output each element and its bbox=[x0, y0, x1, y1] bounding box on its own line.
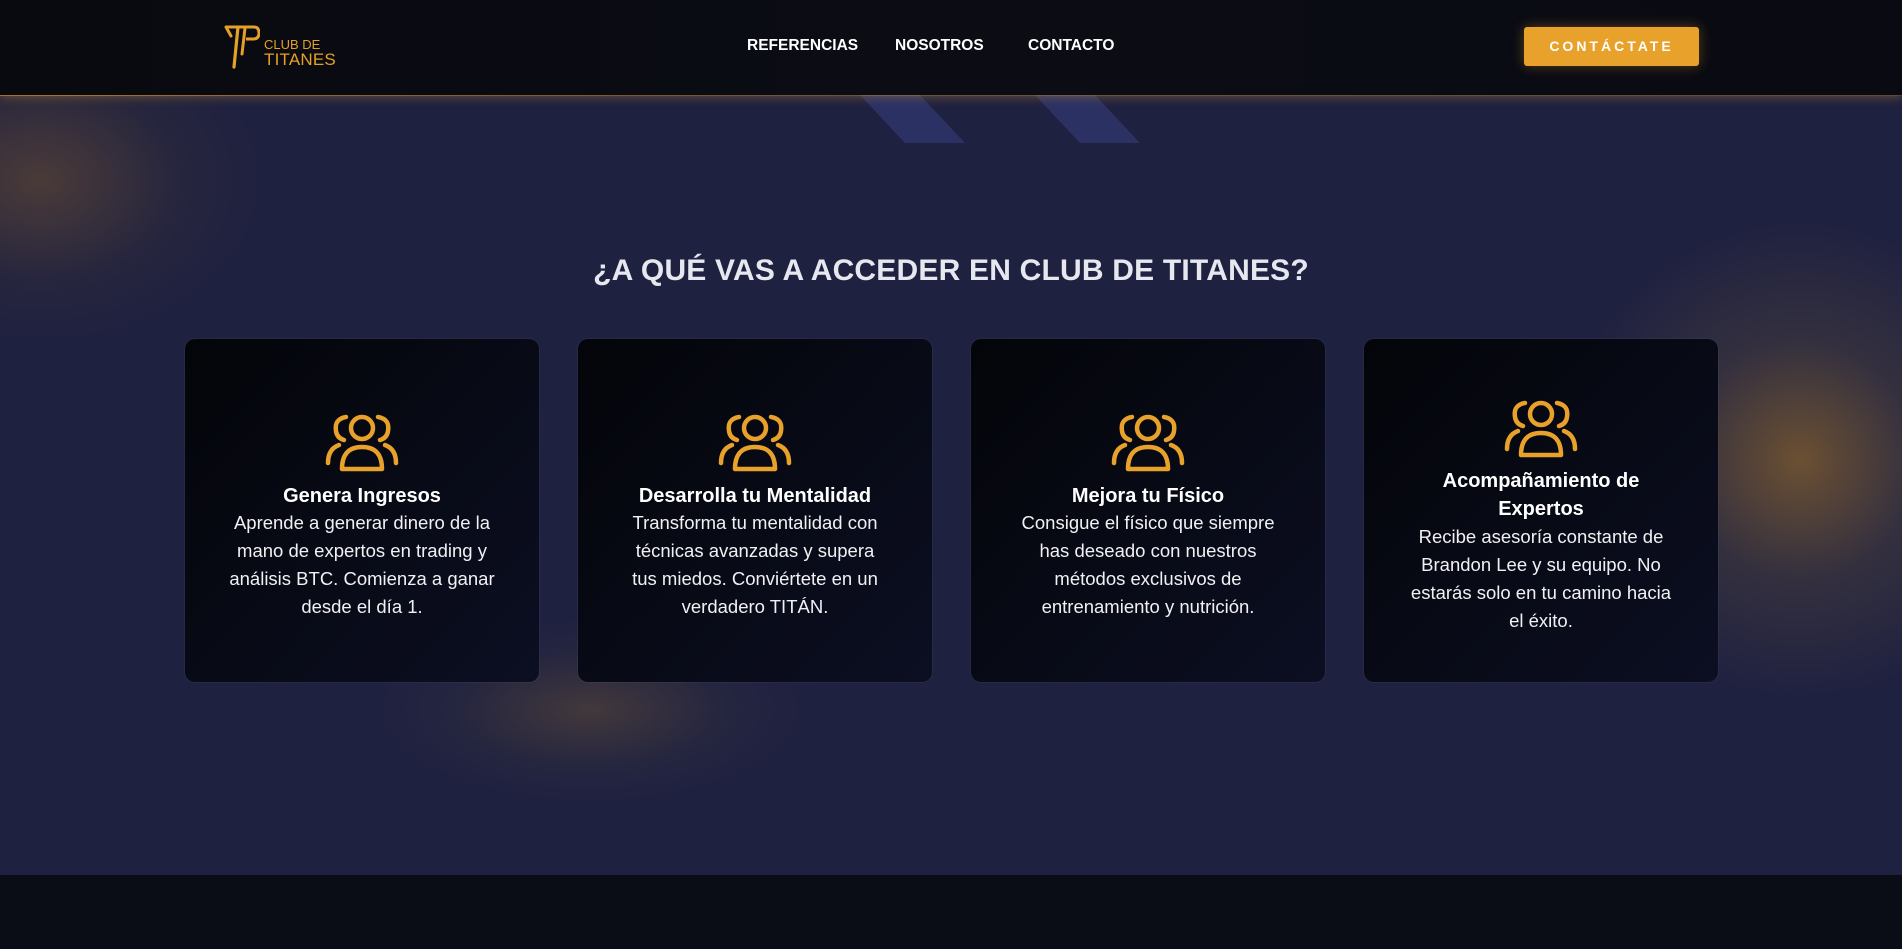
feature-card-desarrolla-mentalidad: Desarrolla tu Mentalidad Transforma tu m… bbox=[578, 339, 932, 682]
card-title-line: Expertos bbox=[1498, 498, 1584, 520]
card-title-line: Acompañamiento de bbox=[1442, 470, 1640, 492]
logo[interactable]: CLUB DE TITANES bbox=[224, 24, 344, 70]
footer-band bbox=[0, 875, 1902, 949]
page: CLUB DE TITANES REFERENCIAS NOSOTROS CON… bbox=[0, 0, 1902, 949]
card-description-line: métodos exclusivos de bbox=[1054, 568, 1242, 589]
card-description-line: Brandon Lee y su equipo. No bbox=[1421, 554, 1661, 575]
feature-card-acompanamiento: Acompañamiento de Expertos Recibe asesor… bbox=[1364, 339, 1718, 682]
contact-cta-button[interactable]: CONTÁCTATE bbox=[1524, 27, 1699, 66]
site-header: CLUB DE TITANES REFERENCIAS NOSOTROS CON… bbox=[0, 0, 1902, 96]
card-title: Acompañamiento de Expertos bbox=[1388, 467, 1694, 523]
card-description-line: mano de expertos en trading y bbox=[237, 540, 487, 561]
card-description: Aprende a generar dinero de la mano de e… bbox=[213, 509, 511, 621]
decorative-stripes bbox=[860, 95, 1140, 143]
card-description-line: el éxito. bbox=[1509, 610, 1573, 631]
card-description-line: estarás solo en tu camino hacia bbox=[1410, 582, 1672, 603]
card-description-line: has deseado con nuestros bbox=[1039, 540, 1257, 561]
nav-link-contacto[interactable]: CONTACTO bbox=[1028, 37, 1114, 55]
logo-mark-icon bbox=[224, 25, 260, 69]
card-title: Genera Ingresos bbox=[283, 485, 441, 507]
nav-link-referencias[interactable]: REFERENCIAS bbox=[747, 37, 858, 55]
card-description-line: Recibe asesoría constante de bbox=[1418, 526, 1664, 547]
users-group-icon bbox=[1111, 414, 1185, 472]
card-description-line: verdadero TITÁN. bbox=[681, 596, 829, 617]
card-description-line: técnicas avanzadas y supera bbox=[635, 540, 875, 561]
card-description-line: Transforma tu mentalidad con bbox=[632, 512, 878, 533]
card-title: Mejora tu Físico bbox=[1071, 485, 1225, 507]
users-group-icon bbox=[1504, 400, 1578, 458]
card-title: Desarrolla tu Mentalidad bbox=[638, 485, 872, 507]
nav-link-nosotros[interactable]: NOSOTROS bbox=[895, 37, 984, 55]
logo-text-titanes: TITANES bbox=[264, 50, 336, 69]
section-title: ¿A QUÉ VAS A ACCEDER EN CLUB DE TITANES? bbox=[593, 254, 1309, 287]
card-description-line: tus miedos. Conviértete en un bbox=[632, 568, 878, 589]
users-group-icon bbox=[718, 414, 792, 472]
card-description-line: Consigue el físico que siempre bbox=[1021, 512, 1275, 533]
card-description-line: desde el día 1. bbox=[301, 596, 423, 617]
card-description: Recibe asesoría constante de Brandon Lee… bbox=[1392, 523, 1690, 635]
card-description: Consigue el físico que siempre has desea… bbox=[999, 509, 1297, 621]
users-group-icon bbox=[325, 414, 399, 472]
card-description-line: Aprende a generar dinero de la bbox=[233, 512, 491, 533]
card-description: Transforma tu mentalidad con técnicas av… bbox=[606, 509, 904, 621]
card-description-line: entrenamiento y nutrición. bbox=[1041, 596, 1255, 617]
feature-card-mejora-fisico: Mejora tu Físico Consigue el físico que … bbox=[971, 339, 1325, 682]
feature-card-genera-ingresos: Genera Ingresos Aprende a generar dinero… bbox=[185, 339, 539, 682]
card-description-line: análisis BTC. Comienza a ganar bbox=[229, 568, 495, 589]
